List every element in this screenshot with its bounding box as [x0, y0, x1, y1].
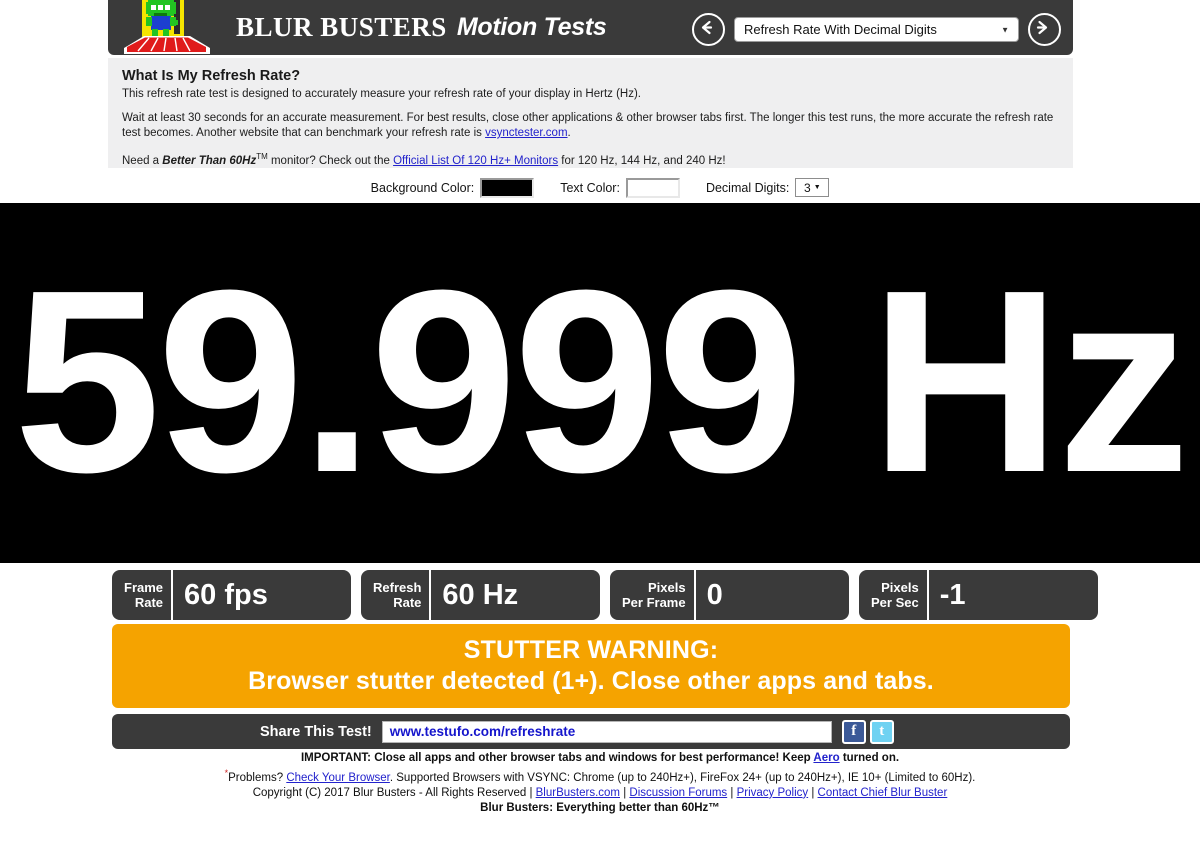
text-color-swatch[interactable] — [625, 177, 680, 198]
stat-label-line2: Rate — [393, 595, 422, 610]
share-label: Share This Test! — [260, 723, 372, 740]
info-p3-lead: Need a — [122, 154, 163, 167]
info-p2-tail: . — [567, 127, 571, 139]
chevron-down-icon: ▼ — [1001, 25, 1009, 34]
stat-label-line1: Refresh — [373, 580, 422, 595]
arrow-right-glyph — [1036, 20, 1048, 35]
stat-pixels-per-frame-value: 0 — [706, 578, 723, 611]
page-root: BLUR BUSTERS Motion Tests Refresh Rate W… — [0, 0, 1200, 848]
decimal-digits-option: Decimal Digits: 3 ▼ — [705, 178, 830, 197]
footer-problems-lead: Problems? — [228, 771, 287, 784]
stat-label-line1: Pixels — [881, 580, 919, 595]
site-header: BLUR BUSTERS Motion Tests Refresh Rate W… — [108, 0, 1073, 55]
stutter-warning-title: STUTTER WARNING: — [463, 636, 719, 664]
background-color-label: Background Color: — [370, 180, 475, 195]
stat-refresh-rate-label: Refresh Rate — [361, 570, 432, 620]
stat-refresh-rate-value: 60 Hz — [442, 578, 519, 611]
stat-label-line2: Per Frame — [622, 595, 686, 610]
vsynctester-link[interactable]: vsynctester.com — [485, 127, 567, 139]
stat-pixels-per-sec-label: Pixels Per Sec — [859, 570, 929, 620]
stat-label-line2: Per Sec — [871, 595, 919, 610]
stutter-warning-message: Browser stutter detected (1+). Close oth… — [248, 667, 934, 695]
page-title: What Is My Refresh Rate? — [122, 68, 301, 84]
privacy-policy-link[interactable]: Privacy Policy — [737, 787, 809, 799]
text-color-label: Text Color: — [560, 180, 620, 195]
test-navigation: Refresh Rate With Decimal Digits ▼ — [692, 13, 1061, 46]
info-paragraph-1: This refresh rate test is designed to ac… — [122, 88, 641, 100]
copyright-text: Copyright (C) 2017 Blur Busters - All Ri… — [252, 786, 536, 799]
stat-label-line1: Frame — [124, 580, 164, 595]
info-p3-mid: monitor? Check out the — [267, 154, 394, 167]
info-p2-text: Wait at least 30 seconds for an accurate… — [122, 112, 1054, 139]
footer-line-copyright: Copyright (C) 2017 Blur Busters - All Ri… — [0, 786, 1200, 801]
arrow-right-icon[interactable] — [1028, 13, 1061, 46]
stat-refresh-rate: Refresh Rate 60 Hz — [361, 570, 600, 620]
info-panel: What Is My Refresh Rate? This refresh ra… — [108, 58, 1073, 168]
background-color-option: Background Color: — [370, 177, 535, 198]
trademark-mark: TM — [256, 152, 268, 161]
refresh-rate-value: 59.999 Hz — [13, 237, 1190, 528]
footer-problems-tail: . Supported Browsers with VSYNC: Chrome … — [389, 771, 976, 784]
info-paragraph-3: Need a Better Than 60HzTM monitor? Check… — [122, 149, 1059, 169]
footer-important-tail: turned on. — [839, 752, 900, 764]
check-your-browser-link[interactable]: Check Your Browser — [286, 772, 390, 784]
text-color-option: Text Color: — [560, 177, 680, 198]
brand-title: BLUR BUSTERS Motion Tests — [236, 8, 607, 46]
stutter-warning-banner: STUTTER WARNING: Browser stutter detecte… — [112, 624, 1070, 708]
stat-frame-rate-label: Frame Rate — [112, 570, 174, 620]
share-url-input[interactable]: www.testufo.com/refreshrate — [381, 720, 832, 743]
contact-link[interactable]: Contact Chief Blur Buster — [818, 787, 948, 799]
stat-label-line2: Rate — [134, 595, 164, 610]
stat-pixels-per-sec-value: -1 — [939, 578, 966, 611]
decimal-digits-value: 3 — [804, 180, 811, 195]
blur-busters-alien-logo[interactable] — [118, 0, 248, 55]
share-bar: Share This Test! www.testufo.com/refresh… — [112, 714, 1070, 749]
stat-pixels-per-frame: Pixels Per Frame 0 — [610, 570, 849, 620]
footer-line-problems: *Problems? Check Your Browser. Supported… — [0, 766, 1200, 786]
footer: IMPORTANT: Close all apps and other brow… — [0, 751, 1200, 816]
arrow-left-icon[interactable] — [692, 13, 725, 46]
better-than-60hz-text: Better Than 60Hz — [162, 154, 257, 167]
brand-primary: BLUR BUSTERS — [236, 11, 447, 42]
blurbusters-link[interactable]: BlurBusters.com — [536, 787, 620, 799]
twitter-icon[interactable]: t — [869, 719, 894, 744]
arrow-left-glyph — [701, 20, 713, 35]
test-selector-value: Refresh Rate With Decimal Digits — [744, 22, 937, 37]
test-selector-dropdown[interactable]: Refresh Rate With Decimal Digits ▼ — [734, 17, 1019, 42]
aero-link[interactable]: Aero — [813, 752, 839, 764]
chevron-down-icon: ▼ — [813, 184, 821, 191]
social-buttons: f t — [841, 719, 894, 744]
footer-line-important: IMPORTANT: Close all apps and other brow… — [0, 751, 1200, 766]
footer-sep-3: | — [808, 786, 818, 799]
stat-frame-rate: Frame Rate 60 fps — [112, 570, 351, 620]
footer-tagline: Blur Busters: Everything better than 60H… — [480, 801, 720, 814]
stats-row: Frame Rate 60 fps Refresh Rate 60 Hz Pix… — [112, 570, 1098, 620]
stat-pixels-per-frame-label: Pixels Per Frame — [610, 570, 696, 620]
options-bar: Background Color: Text Color: Decimal Di… — [0, 172, 1200, 203]
discussion-forums-link[interactable]: Discussion Forums — [629, 787, 727, 799]
background-color-swatch[interactable] — [480, 177, 535, 198]
info-paragraph-2: Wait at least 30 seconds for an accurate… — [122, 111, 1059, 141]
footer-important-text: IMPORTANT: Close all apps and other brow… — [300, 752, 814, 764]
info-p3-tail: for 120 Hz, 144 Hz, and 240 Hz! — [558, 154, 726, 167]
stat-frame-rate-value: 60 fps — [184, 578, 268, 611]
stat-pixels-per-sec: Pixels Per Sec -1 — [859, 570, 1098, 620]
brand-secondary: Motion Tests — [456, 12, 607, 41]
footer-sep-2: | — [727, 786, 737, 799]
stat-label-line1: Pixels — [648, 580, 686, 595]
facebook-icon[interactable]: f — [841, 719, 866, 744]
decimal-digits-select[interactable]: 3 ▼ — [795, 178, 830, 197]
footer-sep-1: | — [620, 786, 630, 799]
decimal-digits-label: Decimal Digits: — [705, 180, 790, 195]
alien-logo-icon — [124, 0, 210, 54]
refresh-rate-display: 59.999 Hz — [0, 203, 1200, 563]
monitor-list-link[interactable]: Official List Of 120 Hz+ Monitors — [393, 155, 558, 167]
